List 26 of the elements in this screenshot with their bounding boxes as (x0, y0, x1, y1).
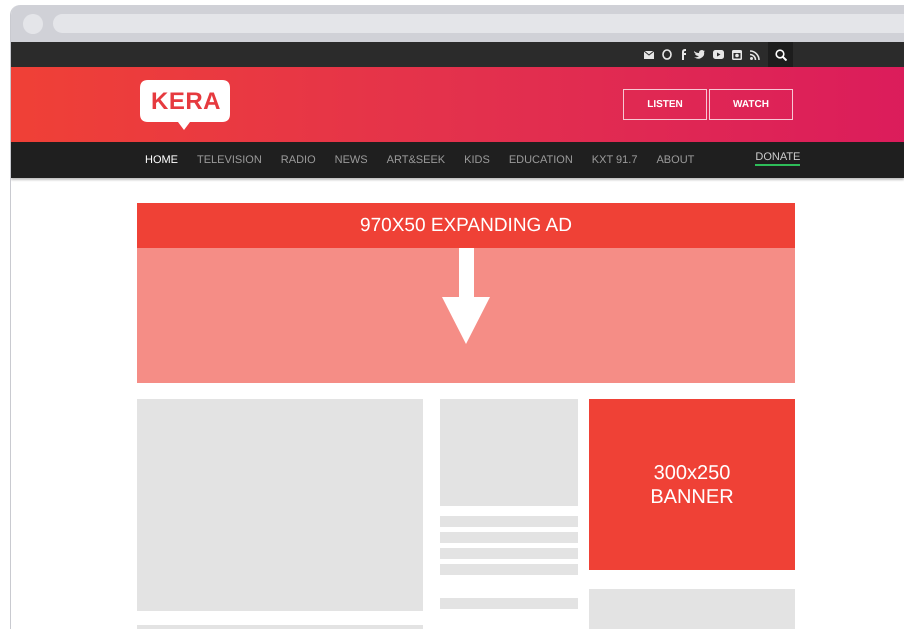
logo-text: KERA (151, 88, 222, 116)
nav-link[interactable]: EDUCATION (508, 154, 573, 166)
nav-link[interactable]: TELEVISION (197, 154, 262, 166)
header-button[interactable]: LISTEN (623, 89, 707, 120)
nav-link[interactable]: ART&SEEK (386, 154, 446, 166)
search-button[interactable] (768, 42, 793, 67)
mail-icon[interactable] (644, 50, 654, 58)
header-button[interactable]: WATCH (709, 89, 793, 120)
nav-link[interactable]: NEWS (334, 154, 368, 166)
facebook-icon[interactable] (680, 49, 686, 60)
camera-icon[interactable] (732, 50, 742, 60)
bird-icon[interactable] (694, 50, 705, 59)
nav-link[interactable]: ABOUT (656, 154, 694, 166)
donate-link[interactable]: DONATE (755, 151, 800, 166)
arrow-icon (442, 248, 490, 344)
nav-link[interactable]: KIDS (464, 154, 490, 166)
nav-link[interactable]: KXT 91.7 (592, 154, 638, 166)
play-icon[interactable] (713, 50, 724, 59)
nav-link[interactable]: RADIO (280, 154, 316, 166)
search-icon (774, 48, 786, 60)
ad-label: 970X50 EXPANDING AD (137, 203, 795, 248)
banner-label: 300x250 BANNER (649, 460, 735, 508)
speech-bubble-icon (140, 80, 230, 130)
nav-link[interactable]: HOME (145, 154, 178, 166)
rss-icon[interactable] (750, 50, 760, 60)
circle-icon[interactable] (662, 49, 672, 60)
